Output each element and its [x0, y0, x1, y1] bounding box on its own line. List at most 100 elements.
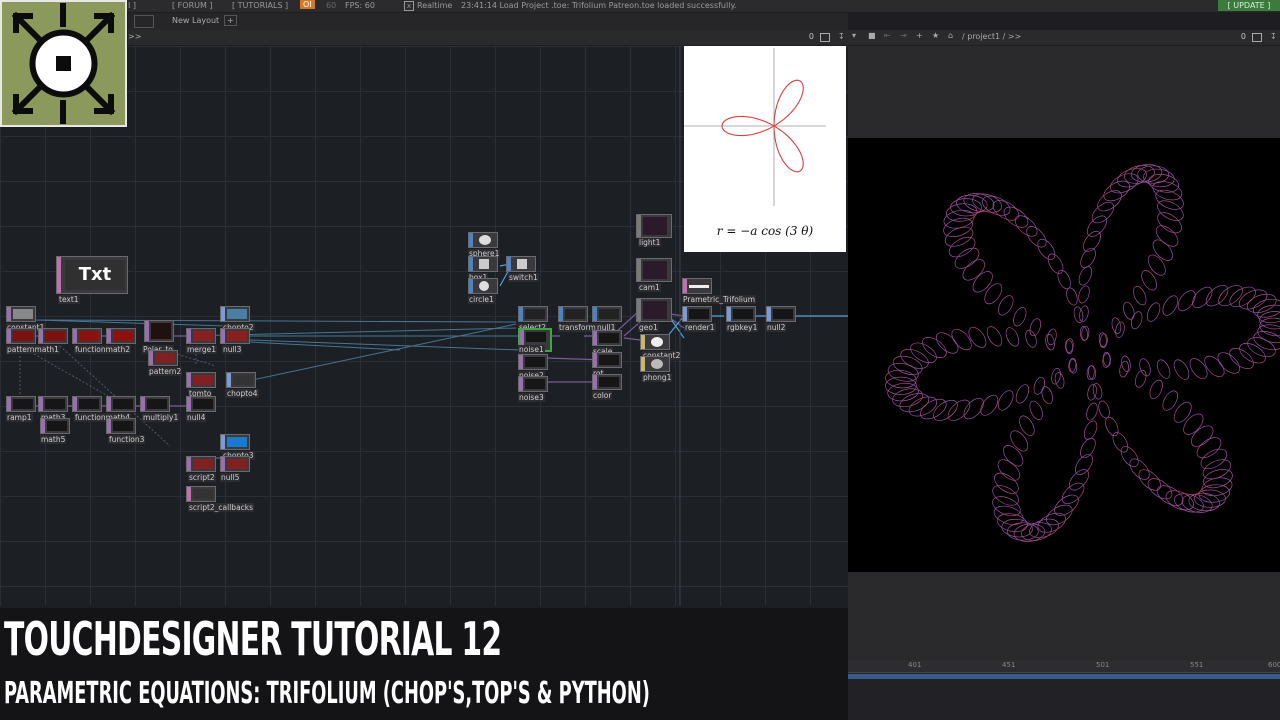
- loop-ring: [1246, 293, 1277, 313]
- loop-ring: [992, 485, 1019, 506]
- chopto3-node[interactable]: [220, 434, 250, 450]
- functionmath3-node[interactable]: [72, 396, 102, 412]
- loop-ring: [1091, 201, 1115, 224]
- patternmath1-node[interactable]: [6, 328, 36, 344]
- scale-node[interactable]: [592, 330, 622, 346]
- loop-ring: [992, 200, 1020, 221]
- perform-mode-button[interactable]: OI: [300, 0, 315, 9]
- null2-node[interactable]: [766, 306, 796, 322]
- loop-ring: [1123, 301, 1135, 320]
- function3-node[interactable]: [106, 418, 136, 434]
- loop-ring: [1147, 478, 1173, 500]
- node-label: circle1: [468, 295, 495, 304]
- home-icon[interactable]: ⌂: [948, 31, 953, 40]
- loop-ring: [1092, 383, 1103, 400]
- noise3-node[interactable]: [518, 376, 548, 392]
- viewer-path[interactable]: / project1 / >>: [962, 32, 1021, 41]
- null1-node[interactable]: [592, 306, 622, 322]
- functionmath4-node[interactable]: [106, 396, 136, 412]
- box1-node[interactable]: [468, 256, 498, 272]
- loop-ring: [1196, 437, 1222, 459]
- loop-ring: [1147, 254, 1166, 276]
- add-layout-button[interactable]: +: [224, 15, 237, 26]
- menu-bracket[interactable]: I ]: [128, 1, 136, 10]
- phong1-node[interactable]: [640, 356, 670, 372]
- loop-ring: [922, 337, 947, 358]
- loop-ring: [1252, 298, 1280, 318]
- constant1-node[interactable]: [6, 306, 36, 322]
- tomto-node[interactable]: [186, 372, 216, 388]
- node-label: function3: [108, 435, 146, 444]
- update-button[interactable]: [ UPDATE ]: [1218, 0, 1280, 11]
- layout-grid-icon[interactable]: [134, 15, 154, 28]
- math3-node[interactable]: [38, 396, 68, 412]
- forum-link[interactable]: [ FORUM ]: [172, 1, 213, 10]
- pane-id-label: 0: [808, 32, 814, 41]
- prametric-trifolium-node[interactable]: [682, 278, 712, 294]
- loop-ring: [1047, 328, 1057, 346]
- merge1-node[interactable]: [186, 328, 216, 344]
- loop-ring: [1202, 459, 1232, 480]
- ramp1-node[interactable]: [6, 396, 36, 412]
- render-output[interactable]: [848, 138, 1280, 572]
- pattern2-node[interactable]: [148, 350, 178, 366]
- star-icon[interactable]: ★: [932, 31, 939, 40]
- loop-ring: [908, 396, 938, 417]
- loop-ring: [982, 195, 1011, 216]
- text1-node[interactable]: Txt: [56, 256, 128, 294]
- cam1-node[interactable]: [636, 258, 672, 282]
- layout-tab[interactable]: New Layout: [172, 16, 219, 25]
- polar-node[interactable]: [144, 320, 174, 342]
- timeline-bar[interactable]: 401 451 501 551 600: [848, 660, 1280, 720]
- chopto2-node[interactable]: [220, 306, 250, 322]
- trifolium-render: [885, 164, 1280, 542]
- plus-icon[interactable]: +: [916, 31, 923, 40]
- forward-icon[interactable]: ⇥: [900, 31, 907, 40]
- node-label: chopto4: [226, 389, 259, 398]
- sphere1-node[interactable]: [468, 232, 498, 248]
- dropdown-icon[interactable]: ▾: [852, 31, 856, 40]
- switch1-node[interactable]: [506, 256, 536, 272]
- null3-node[interactable]: [220, 328, 250, 344]
- network-path[interactable]: >>: [128, 32, 141, 41]
- render-viewer-pane[interactable]: [848, 46, 1280, 660]
- timeline-range-bar[interactable]: [848, 674, 1280, 679]
- geo1-node[interactable]: [636, 298, 672, 322]
- noise2-node[interactable]: [518, 354, 548, 370]
- maximize-icon[interactable]: [820, 33, 830, 42]
- script2-callbacks-node[interactable]: [186, 486, 216, 502]
- render1-node[interactable]: [682, 306, 712, 322]
- stop-icon[interactable]: ■: [868, 31, 876, 40]
- functionmath-node[interactable]: [72, 328, 102, 344]
- math5-node[interactable]: [40, 418, 70, 434]
- light1-node[interactable]: [636, 214, 672, 238]
- loop-ring: [892, 388, 924, 408]
- split-icon[interactable]: ↧: [838, 33, 846, 41]
- null5-node[interactable]: [220, 456, 250, 472]
- loop-ring: [1200, 448, 1228, 470]
- loop-ring: [892, 355, 923, 375]
- functionmath2-node[interactable]: [106, 328, 136, 344]
- tutorials-link[interactable]: [ TUTORIALS ]: [232, 1, 288, 10]
- viewer-split-icon[interactable]: ↧: [1270, 33, 1278, 41]
- viewer-maximize-icon[interactable]: [1252, 33, 1262, 42]
- transform-node[interactable]: [558, 306, 588, 322]
- multiply1-node[interactable]: [140, 396, 170, 412]
- script2-node[interactable]: [186, 456, 216, 472]
- rgbkey1-node[interactable]: [726, 306, 756, 322]
- status-message: 23:41:14 Load Project .toe: Trifolium Pa…: [461, 1, 737, 10]
- node-label: cam1: [638, 283, 661, 292]
- select2-node[interactable]: [518, 306, 548, 322]
- loop-ring: [1133, 285, 1147, 306]
- timeline-ruler[interactable]: 401 451 501 551 600: [848, 660, 1280, 673]
- constant2-node[interactable]: [640, 334, 670, 350]
- back-icon[interactable]: ⇤: [884, 31, 891, 40]
- chopto4-node[interactable]: [226, 372, 256, 388]
- patternmath1b-node[interactable]: [38, 328, 68, 344]
- rot-node[interactable]: [592, 352, 622, 368]
- video-title: TOUCHDESIGNER TUTORIAL 12: [4, 612, 502, 666]
- null4-node[interactable]: [186, 396, 216, 412]
- color-node[interactable]: [592, 374, 622, 390]
- circle1-node[interactable]: [468, 278, 498, 294]
- realtime-checkbox[interactable]: x: [404, 1, 414, 11]
